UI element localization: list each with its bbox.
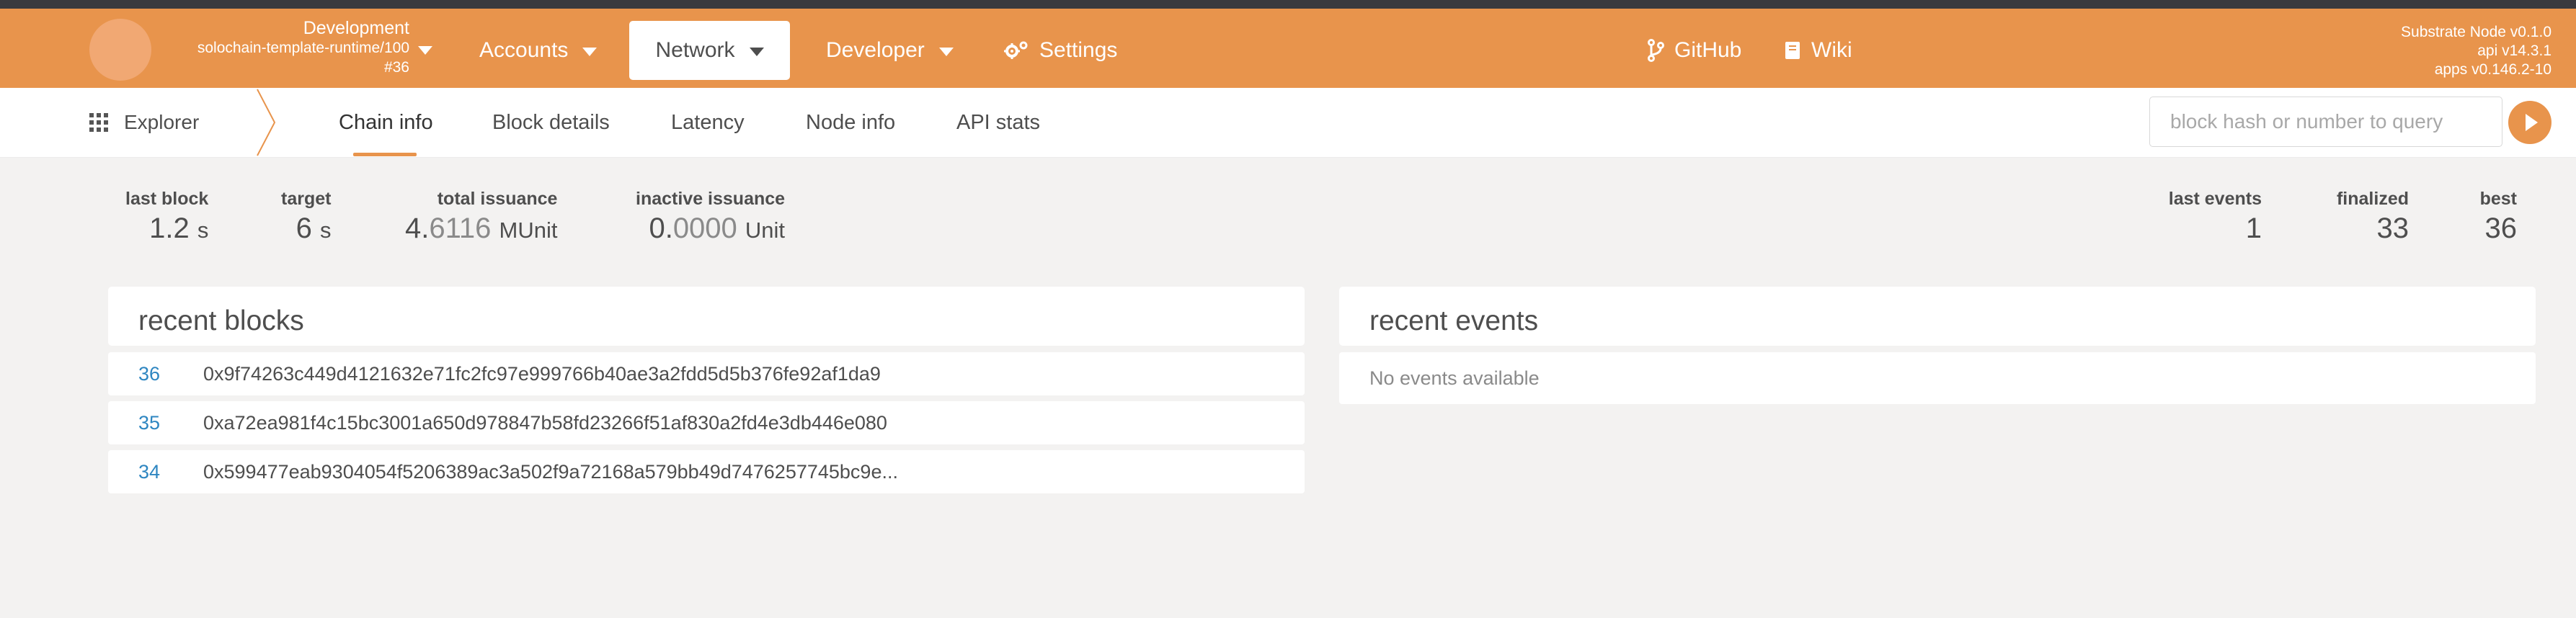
chevron-separator-icon [257, 89, 276, 156]
menu-network-label: Network [655, 38, 735, 62]
stat-value: 1 [2245, 212, 2262, 244]
chain-block: #36 [383, 59, 409, 76]
recent-blocks-title: recent blocks [138, 305, 304, 336]
block-query-input[interactable] [2149, 97, 2502, 147]
tab-api-stats-label: API stats [956, 110, 1041, 134]
chain-runtime: solochain-template-runtime/100 [197, 40, 409, 56]
stat-target: target 6 s [281, 189, 331, 245]
stat-label: best [2479, 189, 2517, 209]
top-strip [0, 0, 2576, 9]
tab-block-details-label: Block details [492, 110, 610, 134]
menu-network[interactable]: Network [629, 21, 790, 80]
stat-label: finalized [2336, 189, 2409, 209]
menu-developer-label: Developer [826, 38, 925, 62]
stat-value-int: 4. [405, 212, 430, 244]
stat-label: total issuance [437, 189, 558, 209]
block-hash: 0xa72ea981f4c15bc3001a650d978847b58fd232… [203, 411, 887, 434]
node-version: Substrate Node v0.1.0 [2401, 24, 2551, 40]
menu-developer[interactable]: Developer [826, 21, 954, 80]
tab-chain-info-label: Chain info [339, 110, 433, 134]
menu-settings-label: Settings [1039, 38, 1118, 62]
github-link[interactable]: GitHub [1647, 21, 1741, 80]
block-number-link[interactable]: 36 [138, 363, 160, 385]
tab-block-details[interactable]: Block details [492, 88, 610, 157]
block-row: 35 0xa72ea981f4c15bc3001a650d978847b58fd… [108, 401, 1305, 444]
block-hash: 0x9f74263c449d4121632e71fc2fc97e999766b4… [203, 362, 881, 385]
tab-api-stats[interactable]: API stats [956, 88, 1040, 157]
apps-version: apps v0.146.2-10 [2434, 61, 2551, 78]
stat-value: 6 [296, 212, 312, 244]
stat-value-int: 0. [649, 212, 673, 244]
block-row: 36 0x9f74263c449d4121632e71fc2fc97e99976… [108, 352, 1305, 395]
stat-best: best 36 [2480, 189, 2517, 245]
top-bar: Development solochain-template-runtime/1… [0, 9, 2576, 88]
menu-settings[interactable]: Settings [1003, 21, 1117, 80]
tab-latency-label: Latency [671, 110, 745, 134]
github-label: GitHub [1674, 38, 1742, 62]
block-number-link[interactable]: 34 [138, 461, 160, 483]
caret-down-icon [582, 48, 598, 56]
recent-blocks-header: recent blocks [108, 287, 1305, 346]
wiki-link[interactable]: Wiki [1784, 21, 1852, 80]
stat-value: 36 [2484, 212, 2518, 244]
chain-selector[interactable]: Development solochain-template-runtime/1… [159, 19, 409, 77]
stat-value: 1.2 [149, 212, 190, 244]
stat-total-issuance: total issuance 4.6116 MUnit [405, 189, 557, 245]
query-play-button[interactable] [2508, 101, 2551, 144]
stat-inactive-issuance: inactive issuance 0.0000 Unit [636, 189, 785, 245]
stat-label: inactive issuance [636, 189, 786, 209]
block-number-link[interactable]: 35 [138, 412, 160, 434]
chain-name: Development [303, 18, 409, 38]
block-hash: 0x599477eab9304054f5206389ac3a502f9a7216… [203, 460, 898, 483]
caret-down-icon [749, 48, 764, 56]
sub-navigation: Explorer Chain info Block details Latenc… [0, 88, 2576, 158]
no-events-message: No events available [1369, 367, 1540, 389]
wiki-label: Wiki [1811, 38, 1852, 62]
events-empty-row: No events available [1339, 352, 2536, 404]
tab-node-info-label: Node info [806, 110, 896, 134]
block-row: 34 0x599477eab9304054f5206389ac3a502f9a7… [108, 450, 1305, 493]
chain-caret-icon[interactable] [418, 46, 432, 55]
stat-value-frac: 0000 [672, 212, 737, 244]
stat-unit: s [319, 218, 332, 243]
book-icon [1785, 42, 1800, 59]
recent-events-header: recent events [1339, 287, 2536, 346]
version-info: Substrate Node v0.1.0 api v14.3.1 apps v… [2401, 23, 2551, 79]
stat-unit: s [197, 218, 209, 243]
tab-chain-info[interactable]: Chain info [339, 88, 433, 157]
stat-value-frac: 6116 [429, 212, 492, 244]
grid-icon [89, 113, 108, 132]
api-version: api v14.3.1 [2477, 42, 2551, 59]
gears-icon [1004, 41, 1028, 59]
explorer-label: Explorer [124, 111, 200, 133]
recent-events-title: recent events [1369, 305, 1539, 336]
menu-accounts-label: Accounts [479, 38, 569, 62]
stat-label: last block [125, 189, 209, 209]
stat-last-events: last events 1 [2169, 189, 2262, 245]
stat-value: 33 [2376, 212, 2410, 244]
stat-label: last events [2168, 189, 2262, 209]
explorer-section[interactable]: Explorer [89, 88, 199, 157]
caret-down-icon [938, 48, 954, 56]
active-tab-indicator [353, 153, 417, 156]
chain-logo[interactable] [89, 19, 151, 81]
stat-unit: MUnit [499, 218, 558, 243]
stat-last-block: last block 1.2 s [125, 189, 208, 245]
stat-finalized: finalized 33 [2337, 189, 2409, 245]
tab-node-info[interactable]: Node info [806, 88, 895, 157]
menu-accounts[interactable]: Accounts [479, 21, 598, 80]
code-branch-icon [1648, 39, 1664, 62]
stat-unit: Unit [745, 218, 786, 243]
tab-latency[interactable]: Latency [671, 88, 745, 157]
stat-label: target [281, 189, 332, 209]
